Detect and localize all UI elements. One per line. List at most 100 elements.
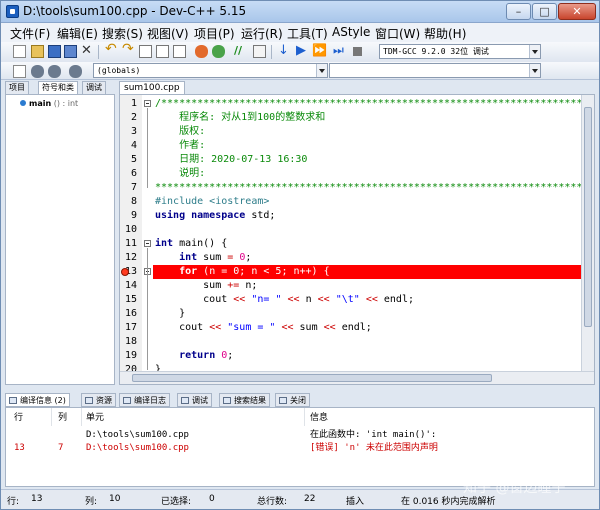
- comment-icon[interactable]: //: [234, 44, 247, 57]
- scope-select[interactable]: (globals): [93, 63, 328, 78]
- replace-icon[interactable]: [156, 45, 169, 58]
- code-line[interactable]: 作者:: [155, 139, 205, 153]
- code-line[interactable]: /***************************************…: [155, 97, 582, 111]
- line-number[interactable]: 15: [120, 293, 137, 307]
- vertical-scrollbar[interactable]: [581, 95, 594, 372]
- code-line[interactable]: #include <iostream>: [155, 195, 269, 209]
- code-line[interactable]: cout << "n= " << n << "\t" << endl;: [155, 293, 414, 307]
- code-line[interactable]: for (n = 0; n < 5; n++) {: [155, 265, 330, 279]
- code-editor[interactable]: 1 2 3 4 5 6 7 8 9 10 11 12 13 14 15 16 17 18 19 20 /*******…: [119, 94, 595, 385]
- code-line[interactable]: int main() {: [155, 237, 227, 251]
- find-icon[interactable]: [139, 45, 152, 58]
- open-folder-icon[interactable]: [31, 45, 44, 58]
- message-row[interactable]: D:\tools\sum100.cpp 在此函数中: 'int main()':: [6, 429, 594, 442]
- line-number[interactable]: 18: [120, 335, 137, 349]
- run-icon[interactable]: ▶: [296, 44, 309, 57]
- line-number[interactable]: 19: [120, 349, 137, 363]
- code-line[interactable]: int sum = 0;: [155, 251, 251, 265]
- insert-icon[interactable]: [31, 65, 44, 78]
- stop-icon[interactable]: [353, 47, 362, 56]
- tab-resources[interactable]: 资源: [81, 393, 116, 407]
- menu-tools[interactable]: 工具(T): [287, 25, 328, 42]
- menu-edit[interactable]: 编辑(E): [57, 25, 98, 42]
- menu-astyle[interactable]: AStyle: [332, 25, 370, 39]
- line-number[interactable]: 16: [120, 307, 137, 321]
- menu-file[interactable]: 文件(F): [10, 25, 50, 42]
- compile-icon[interactable]: [195, 45, 208, 58]
- line-number[interactable]: 10: [120, 223, 137, 237]
- code-line[interactable]: return 0;: [155, 349, 233, 363]
- menu-window[interactable]: 窗口(W): [375, 25, 420, 42]
- code-line[interactable]: 日期: 2020-07-13 16:30: [155, 153, 307, 167]
- tab-compile-log[interactable]: 编译日志: [119, 393, 170, 407]
- line-number[interactable]: 1: [120, 97, 137, 111]
- member-select[interactable]: [329, 63, 541, 78]
- scrollbar-thumb[interactable]: [132, 374, 492, 382]
- new-file-icon[interactable]: [13, 45, 26, 58]
- gear-icon[interactable]: [48, 65, 61, 78]
- save-icon[interactable]: [48, 45, 61, 58]
- new-class-icon[interactable]: [13, 65, 26, 78]
- code-line[interactable]: }: [155, 307, 185, 321]
- compile-run-down-icon[interactable]: ↓: [278, 44, 291, 57]
- column-header-unit[interactable]: 单元: [86, 410, 104, 423]
- line-number[interactable]: 11: [120, 237, 137, 251]
- symbol-tree-item[interactable]: main () : int: [20, 99, 78, 108]
- tab-debug-bottom[interactable]: 调试: [177, 393, 212, 407]
- fold-toggle-icon[interactable]: [144, 240, 151, 247]
- code-line[interactable]: 版权:: [155, 125, 205, 139]
- menu-project[interactable]: 项目(P): [194, 25, 235, 42]
- minimize-button[interactable]: –: [506, 3, 531, 20]
- compiler-select[interactable]: TDM-GCC 9.2.0 32位 调试: [379, 44, 541, 59]
- code-line[interactable]: sum += n;: [155, 279, 257, 293]
- scrollbar-thumb[interactable]: [584, 107, 592, 327]
- line-number[interactable]: 3: [120, 125, 137, 139]
- chevron-down-icon[interactable]: [529, 45, 540, 58]
- menu-help[interactable]: 帮助(H): [424, 25, 466, 42]
- toggle-bookmark-icon[interactable]: [253, 45, 266, 58]
- compile-run-icon[interactable]: ⏩: [312, 44, 327, 57]
- save-all-icon[interactable]: [64, 45, 77, 58]
- tab-debug[interactable]: 调试: [82, 81, 106, 94]
- column-header-col[interactable]: 列: [58, 410, 67, 423]
- settings-icon[interactable]: [69, 65, 82, 78]
- code-area[interactable]: /***************************************…: [153, 95, 582, 372]
- horizontal-scrollbar[interactable]: [120, 371, 594, 384]
- code-line[interactable]: ****************************************…: [155, 181, 582, 195]
- line-number[interactable]: 7: [120, 181, 137, 195]
- compile-project-icon[interactable]: [212, 45, 225, 58]
- tab-search-results[interactable]: 搜索结果: [219, 393, 270, 407]
- menu-search[interactable]: 搜索(S): [102, 25, 143, 42]
- line-number[interactable]: 14: [120, 279, 137, 293]
- fold-toggle-icon[interactable]: [144, 100, 151, 107]
- tab-close[interactable]: 关闭: [275, 393, 310, 407]
- debug-icon[interactable]: ⏭: [333, 44, 346, 57]
- line-number[interactable]: 6: [120, 167, 137, 181]
- file-tab[interactable]: sum100.cpp: [119, 81, 185, 95]
- tab-symbols[interactable]: 符号和类: [38, 81, 78, 95]
- code-line[interactable]: 程序名: 对从1到100的整数求和: [155, 111, 325, 125]
- code-line[interactable]: cout << "sum = " << sum << endl;: [155, 321, 372, 335]
- line-number[interactable]: 9: [120, 209, 137, 223]
- code-line[interactable]: 说明:: [155, 167, 205, 181]
- redo-icon[interactable]: ↷: [122, 42, 135, 56]
- message-row[interactable]: 13 7 D:\tools\sum100.cpp [错误] 'n' 未在此范围内声明: [6, 442, 594, 455]
- tab-compiler-messages[interactable]: 编译信息 (2): [5, 393, 70, 407]
- close-file-icon[interactable]: ✕: [81, 44, 94, 57]
- code-line[interactable]: using namespace std;: [155, 209, 275, 223]
- chevron-down-icon[interactable]: [529, 64, 540, 77]
- menu-view[interactable]: 视图(V): [147, 25, 189, 42]
- line-number[interactable]: 4: [120, 139, 137, 153]
- tab-project[interactable]: 项目: [5, 81, 29, 94]
- column-header-line[interactable]: 行: [14, 410, 23, 423]
- maximize-button[interactable]: □: [532, 3, 557, 20]
- column-header-info[interactable]: 信息: [310, 410, 328, 423]
- goto-line-icon[interactable]: [173, 45, 186, 58]
- line-number[interactable]: 17: [120, 321, 137, 335]
- line-number[interactable]: 12: [120, 251, 137, 265]
- close-button[interactable]: ✕: [558, 3, 596, 20]
- line-number[interactable]: 2: [120, 111, 137, 125]
- undo-icon[interactable]: ↶: [105, 42, 118, 56]
- line-number[interactable]: 8: [120, 195, 137, 209]
- menu-run[interactable]: 运行(R): [241, 25, 283, 42]
